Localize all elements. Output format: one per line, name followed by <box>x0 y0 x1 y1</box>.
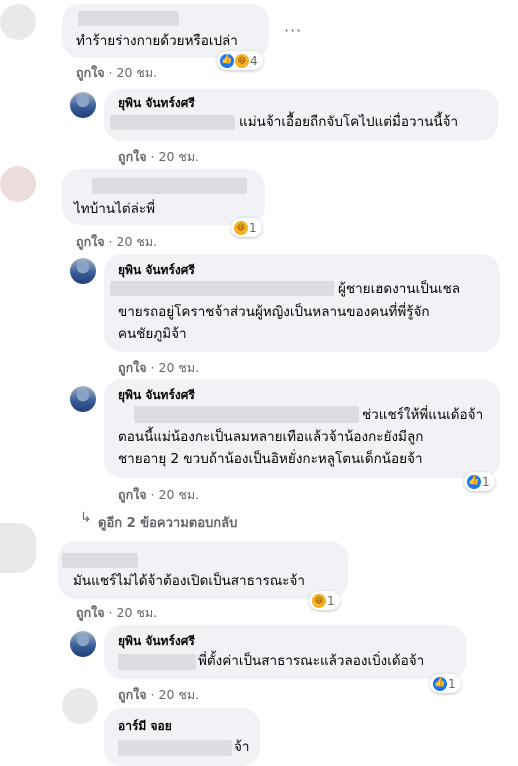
comment-bubble: อาร์มี จอย จ้า <box>104 708 260 766</box>
comment-text-line: ตอนนี้แม่น้องกะเป็นลมหลายเทือแล้วจ้าน้อง… <box>118 429 424 445</box>
reaction-count: 1 <box>327 593 335 608</box>
like-button[interactable]: ถูกใจ <box>118 487 147 502</box>
comment-text-line: ช่วแชร์ให้พี่แนเด้อจ้า <box>362 407 484 423</box>
commenter-avatar[interactable] <box>0 523 36 573</box>
timestamp[interactable]: 20 ชม. <box>159 687 200 702</box>
comment-bubble: ไทบ้านไต่ล่ะพี่ <box>62 169 265 225</box>
more-options-icon[interactable]: ··· <box>284 21 302 40</box>
commenter-avatar[interactable] <box>70 92 96 118</box>
commenter-avatar[interactable] <box>0 166 36 202</box>
comment-author[interactable]: อาร์มี จอย <box>118 717 172 736</box>
comment-author[interactable]: ยุพิน จันทร์งศรี <box>118 386 195 405</box>
like-button[interactable]: ถูกใจ <box>118 149 147 164</box>
reaction-summary[interactable]: 👍 1 <box>464 472 495 491</box>
redacted-mention <box>110 281 334 296</box>
comment-meta: ถูกใจ · 20 ชม. <box>118 487 200 502</box>
comment-bubble: ยุพิน จันทร์งศรี พี่ตั้งค่าเป็นสาธารณะแล… <box>104 625 466 679</box>
timestamp[interactable]: 20 ชม. <box>159 149 200 164</box>
redacted-author-name <box>92 178 247 194</box>
reaction-count: 1 <box>482 474 490 489</box>
comment-meta: ถูกใจ · 20 ชม. <box>118 149 200 164</box>
reaction-count: 1 <box>249 220 257 235</box>
timestamp[interactable]: 20 ชม. <box>159 487 200 502</box>
commenter-avatar[interactable] <box>70 386 96 412</box>
comment-bubble: มันแชร์ไม่ได้จ้าต้องเปิดเป็นสาธารณะจ้า <box>58 541 348 599</box>
reply-arrow-icon: ↳ <box>80 510 92 526</box>
redacted-mention <box>134 406 359 423</box>
like-reaction-icon: 👍 <box>220 53 234 68</box>
like-button[interactable]: ถูกใจ <box>118 687 147 702</box>
redacted-mention <box>118 740 232 756</box>
redacted-mention <box>118 654 196 670</box>
comment-text: แม่นจ้าเอื้อยถืกจับโคไปแต่มื่อวานนี้จ้า <box>239 114 459 130</box>
commenter-avatar[interactable] <box>70 258 96 284</box>
comment-meta: ถูกใจ · 20 ชม. <box>76 234 158 249</box>
comment-author[interactable]: ยุพิน จันทร์งศรี <box>118 94 195 113</box>
haha-reaction-icon: 😆 <box>234 220 248 235</box>
reaction-summary[interactable]: 👍 😆 4 <box>217 51 263 70</box>
commenter-avatar[interactable] <box>70 631 96 657</box>
comment-author[interactable]: ยุพิน จันทร์งศรี <box>118 632 195 651</box>
redacted-mention <box>110 115 235 130</box>
timestamp[interactable]: 20 ชม. <box>117 65 158 80</box>
haha-reaction-icon: 😆 <box>235 53 249 68</box>
comment-text-line: ชายอายุ 2 ขวบถ้าน้องเป็นอิหยั่งกะหลูโตนเ… <box>118 451 423 467</box>
haha-reaction-icon: 😆 <box>312 593 326 608</box>
redacted-author-name <box>78 11 179 26</box>
comment-bubble: ยุพิน จันทร์งศรี ช่วแชร์ให้พี่แนเด้อจ้า … <box>104 379 500 478</box>
comment-bubble: ยุพิน จันทร์งศรี แม่นจ้าเอื้อยถืกจับโคไป… <box>104 89 498 141</box>
comment-text-line: คนชัยภูมิจ้า <box>118 326 187 342</box>
commenter-avatar[interactable] <box>0 4 36 40</box>
comment-meta: ถูกใจ · 20 ชม. <box>118 360 200 375</box>
reaction-count: 4 <box>250 53 258 68</box>
timestamp[interactable]: 20 ชม. <box>159 360 200 375</box>
like-button[interactable]: ถูกใจ <box>76 234 105 249</box>
comment-text: มันแชร์ไม่ได้จ้าต้องเปิดเป็นสาธารณะจ้า <box>73 573 305 589</box>
comment-meta: ถูกใจ · 20 ชม. <box>76 65 158 80</box>
comment-meta: ถูกใจ · 20 ชม. <box>118 687 200 702</box>
reaction-summary[interactable]: 👍 1 <box>430 674 461 693</box>
comment-author[interactable]: ยุพิน จันทร์งศรี <box>118 261 195 280</box>
reaction-summary[interactable]: 😆 1 <box>231 218 262 237</box>
comment-text-line: ขายรถอยู่โคราชจ้าส่วนผู้หญิงเป็นหลานของค… <box>118 304 430 320</box>
comment-text: พี่ตั้งค่าเป็นสาธารณะแล้วลองเบิ่งเด้อจ้า <box>198 653 425 669</box>
like-reaction-icon: 👍 <box>467 474 481 489</box>
like-reaction-icon: 👍 <box>433 676 447 691</box>
comment-bubble: ยุพิน จันทร์งศรี ผู้ชายเฮดงานเป็นเชล ขาย… <box>104 254 500 352</box>
like-button[interactable]: ถูกใจ <box>76 605 105 620</box>
reaction-summary[interactable]: 😆 1 <box>309 591 340 610</box>
commenter-avatar[interactable] <box>62 688 98 724</box>
reaction-count: 1 <box>448 676 456 691</box>
like-button[interactable]: ถูกใจ <box>118 360 147 375</box>
comment-text: จ้า <box>234 739 250 755</box>
comment-text: ไทบ้านไต่ล่ะพี่ <box>74 201 156 217</box>
timestamp[interactable]: 20 ชม. <box>117 234 158 249</box>
comment-meta: ถูกใจ · 20 ชม. <box>76 605 158 620</box>
comment-text-line: ผู้ชายเฮดงานเป็นเชล <box>338 281 461 297</box>
like-button[interactable]: ถูกใจ <box>76 65 105 80</box>
redacted-author-name <box>62 553 138 568</box>
timestamp[interactable]: 20 ชม. <box>117 605 158 620</box>
comment-bubble: ทำร้ายร่างกายด้วยหรือเปล่า <box>62 4 269 58</box>
view-more-replies-link[interactable]: ดูอีก 2 ข้อความตอบกลับ <box>98 512 237 533</box>
comment-text: ทำร้ายร่างกายด้วยหรือเปล่า <box>76 33 238 49</box>
